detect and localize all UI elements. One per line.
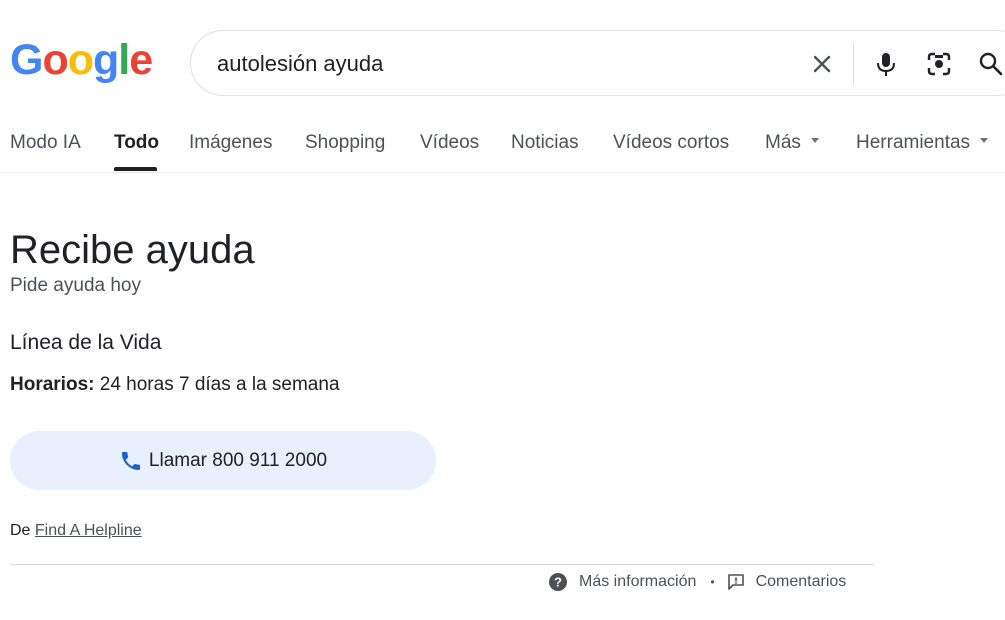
close-icon[interactable] — [807, 49, 837, 79]
logo-letter: o — [67, 36, 94, 84]
tab-videos-cortos[interactable]: Vídeos cortos — [613, 132, 729, 154]
tab-modo-ia[interactable]: Modo IA — [10, 132, 81, 154]
hours-label: Horarios: — [10, 374, 95, 395]
lens-icon[interactable] — [924, 49, 954, 79]
help-subtitle: Pide ayuda hoy — [10, 275, 141, 296]
google-logo[interactable]: Google — [10, 36, 153, 85]
call-button[interactable]: Llamar 800 911 2000 — [10, 431, 436, 490]
footer-separator: • — [710, 575, 715, 589]
footer-divider — [10, 564, 874, 565]
helpline-name: Línea de la Vida — [10, 331, 162, 354]
logo-letter: g — [93, 36, 119, 84]
help-title: Recibe ayuda — [10, 228, 255, 272]
tab-noticias[interactable]: Noticias — [511, 132, 579, 154]
source-prefix: De — [10, 522, 35, 539]
more-info-label: Más información — [579, 573, 697, 590]
search-input[interactable] — [217, 51, 777, 77]
tab-mas-label: Más — [765, 132, 801, 153]
search-tabs: Modo IA Todo Imágenes Shopping Vídeos No… — [0, 122, 1005, 173]
more-info-link[interactable]: ? Más información — [548, 572, 696, 592]
source-attribution: De Find A Helpline — [10, 522, 142, 540]
mic-icon[interactable] — [871, 49, 901, 79]
logo-letter: o — [42, 36, 68, 84]
active-tab-indicator — [114, 167, 157, 171]
tab-herramientas-label: Herramientas — [856, 132, 971, 153]
chevron-down-icon — [980, 138, 989, 144]
feedback-link[interactable]: Comentarios — [727, 573, 847, 591]
tab-imagenes[interactable]: Imágenes — [189, 132, 272, 154]
call-button-label: Llamar 800 911 2000 — [148, 449, 328, 471]
feedback-icon — [727, 574, 744, 590]
search-icon[interactable] — [976, 49, 1005, 79]
chevron-down-icon — [810, 138, 819, 144]
svg-text:?: ? — [554, 575, 562, 590]
panel-footer: ? Más información • Comentarios — [548, 572, 846, 592]
source-link[interactable]: Find A Helpline — [35, 522, 142, 539]
phone-icon — [121, 451, 140, 470]
tab-shopping[interactable]: Shopping — [305, 132, 385, 154]
logo-letter: G — [10, 36, 43, 84]
tab-todo[interactable]: Todo — [114, 132, 159, 154]
search-box — [190, 30, 1005, 96]
tab-herramientas[interactable]: Herramientas — [856, 132, 989, 154]
tab-videos[interactable]: Vídeos — [420, 132, 479, 154]
logo-letter: e — [129, 36, 153, 84]
tab-mas[interactable]: Más — [765, 132, 819, 154]
feedback-label: Comentarios — [755, 573, 847, 590]
helpline-hours: Horarios: 24 horas 7 días a la semana — [10, 374, 340, 396]
help-circle-icon: ? — [549, 573, 567, 591]
hours-value: 24 horas 7 días a la semana — [94, 374, 340, 395]
search-divider — [853, 43, 854, 85]
logo-letter: l — [118, 36, 130, 84]
